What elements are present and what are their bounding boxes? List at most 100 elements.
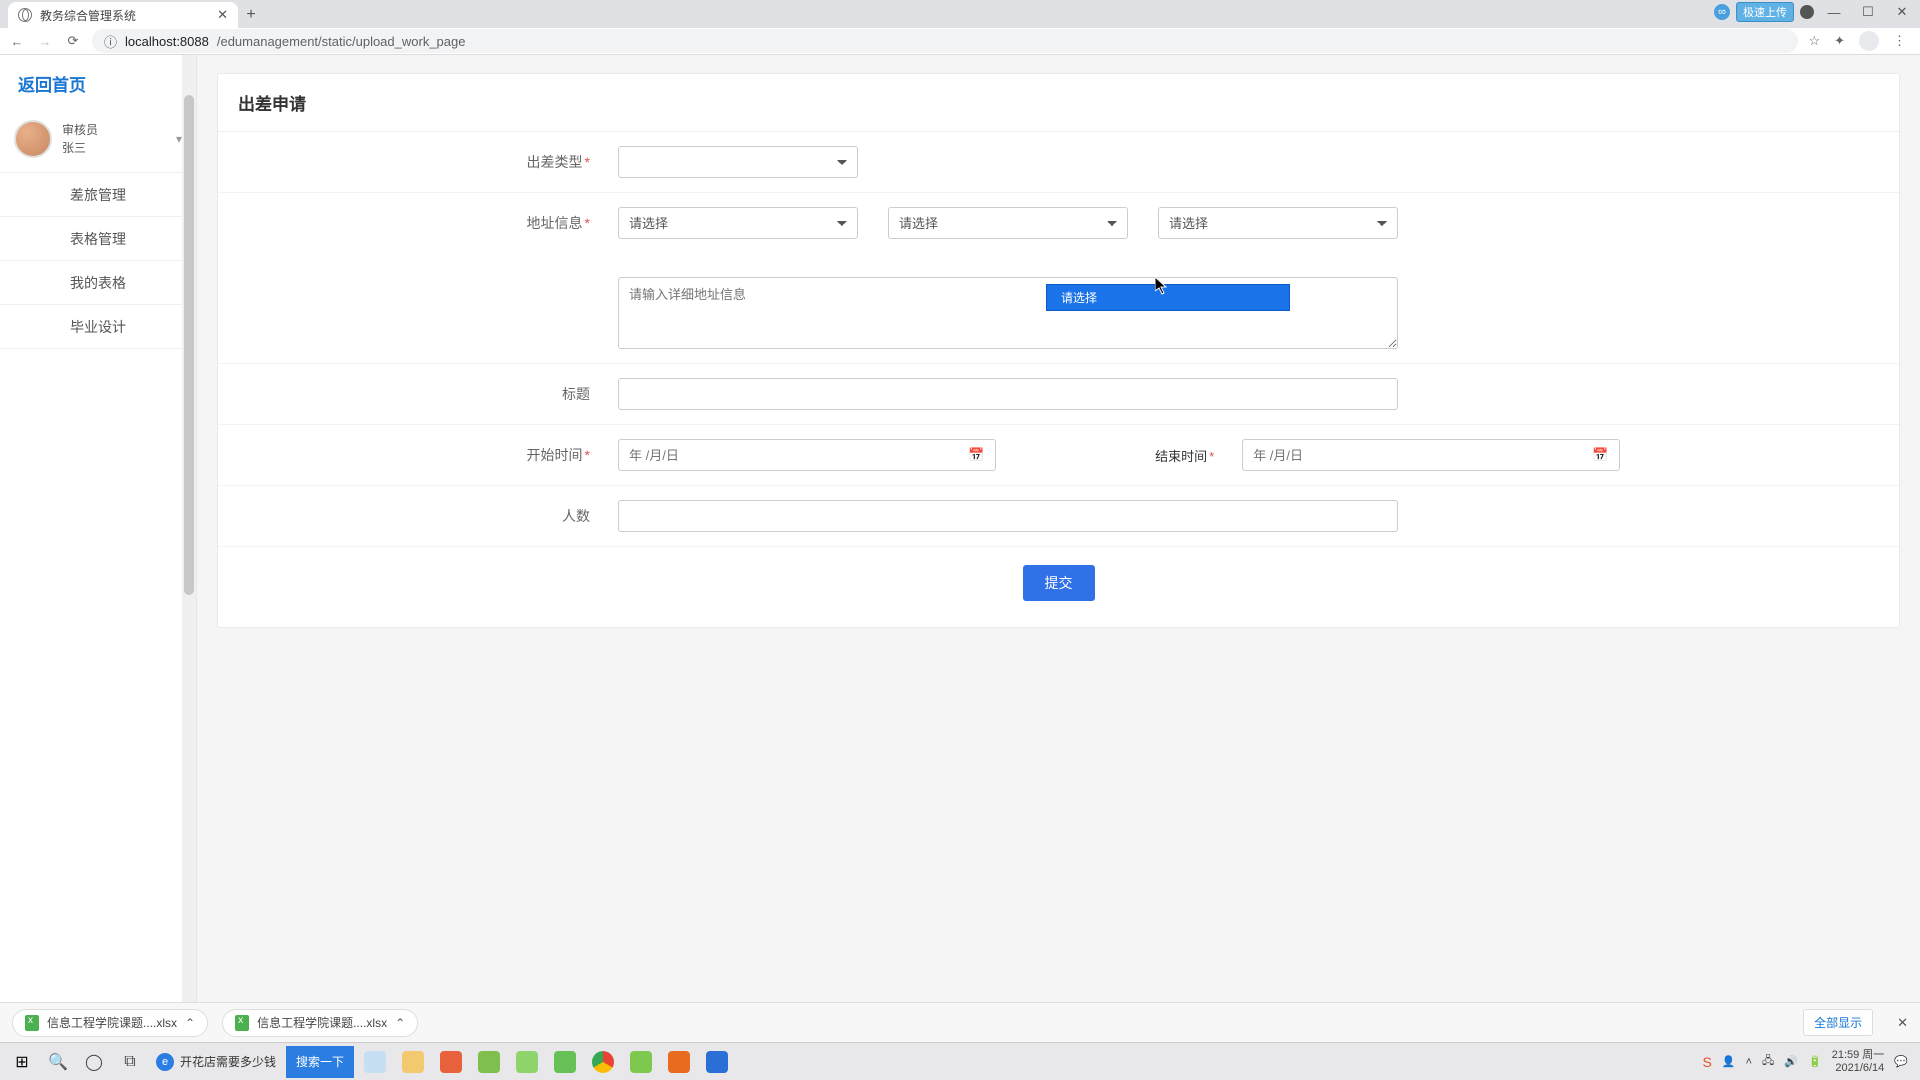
taskbar-app[interactable] [662, 1046, 696, 1078]
system-tray: S 👤 ˄ 🖧 🔊 🔋 21:59 周一 2021/6/14 💬 [1703, 1049, 1914, 1073]
select-trip-type[interactable] [618, 146, 858, 178]
maximize-button[interactable]: ☐ [1854, 2, 1882, 22]
input-start-date[interactable] [618, 439, 996, 471]
show-all-downloads[interactable]: 全部显示 [1803, 1009, 1873, 1036]
cursor-icon [1155, 277, 1167, 295]
new-tab-button[interactable]: + [238, 2, 264, 28]
row-subject: 标题 [218, 364, 1899, 425]
taskbar-app[interactable] [434, 1046, 468, 1078]
ie-icon: e [156, 1053, 174, 1071]
row-trip-type: 出差类型* [218, 132, 1899, 193]
back-button[interactable]: ← [8, 32, 26, 50]
select-city-dropdown[interactable]: 请选择 [1046, 284, 1290, 311]
scrollbar[interactable] [182, 55, 196, 1042]
download-filename: 信息工程学院课题....xlsx [47, 1014, 177, 1031]
windows-taskbar: ⊞ 🔍 ◯ ⧉ e 开花店需要多少钱 搜索一下 S 👤 ˄ 🖧 🔊 🔋 21:5… [0, 1042, 1920, 1080]
extension-icon[interactable]: ∞ [1714, 4, 1730, 20]
calendar-icon[interactable]: 📅 [968, 447, 984, 463]
sidebar-item-thesis[interactable]: 毕业设计 [0, 305, 196, 349]
close-window-button[interactable]: ✕ [1888, 2, 1916, 22]
extensions-icon[interactable]: ✦ [1834, 33, 1845, 49]
tray-battery-icon[interactable]: 🔋 [1808, 1055, 1822, 1068]
browser-chrome: 教务综合管理系统 ✕ + ∞ 极速上传 — ☐ ✕ ← → ⟳ ⓘ localh… [0, 0, 1920, 55]
tray-network-icon[interactable]: 🖧 [1762, 1052, 1774, 1071]
close-tab-icon[interactable]: ✕ [217, 7, 228, 23]
address-bar[interactable]: ⓘ localhost:8088/edumanagement/static/up… [92, 29, 1798, 53]
select-city[interactable]: 请选择 [888, 207, 1128, 239]
sidebar-item-forms[interactable]: 表格管理 [0, 217, 196, 261]
reload-button[interactable]: ⟳ [64, 32, 82, 50]
calendar-icon[interactable]: 📅 [1592, 447, 1608, 463]
xlsx-icon [235, 1015, 249, 1031]
select-district[interactable]: 请选择 [1158, 207, 1398, 239]
sidebar-item-my-forms[interactable]: 我的表格 [0, 261, 196, 305]
form-card: 出差申请 出差类型* 地址信息* 请选择 请选择 请选择 [217, 73, 1900, 628]
taskbar-app[interactable] [624, 1046, 658, 1078]
sidebar: 返回首页 审核员 张三 ▾ 差旅管理 表格管理 我的表格 毕业设计 [0, 55, 197, 1042]
window-controls: ∞ 极速上传 — ☐ ✕ [1714, 2, 1916, 22]
label-address: 地址信息 [527, 215, 583, 231]
url-host: localhost:8088 [125, 34, 209, 49]
forward-button[interactable]: → [36, 32, 54, 50]
submit-button[interactable]: 提交 [1023, 565, 1095, 601]
label-trip-type: 出差类型 [527, 154, 583, 170]
tray-icon[interactable]: 👤 [1722, 1055, 1736, 1068]
tray-volume-icon[interactable]: 🔊 [1784, 1055, 1798, 1068]
task-view-icon[interactable]: ⧉ [114, 1046, 146, 1078]
tray-icon[interactable]: S [1703, 1054, 1712, 1070]
start-button[interactable]: ⊞ [6, 1046, 38, 1078]
taskbar-app-chrome[interactable] [586, 1046, 620, 1078]
download-item-1[interactable]: 信息工程学院课题....xlsx ⌃ [12, 1009, 208, 1037]
chevron-up-icon[interactable]: ⌃ [185, 1016, 195, 1030]
taskbar-ie-item[interactable]: e 开花店需要多少钱 [150, 1046, 282, 1078]
row-address: 地址信息* 请选择 请选择 请选择 [218, 193, 1899, 364]
cortana-icon[interactable]: ◯ [78, 1046, 110, 1078]
notifications-icon[interactable]: 💬 [1894, 1055, 1908, 1068]
label-end-date: 结束时间 [1155, 449, 1207, 464]
taskbar-app[interactable] [472, 1046, 506, 1078]
page: 返回首页 审核员 张三 ▾ 差旅管理 表格管理 我的表格 毕业设计 出差申请 出… [0, 55, 1920, 1042]
extension-pill[interactable]: 极速上传 [1736, 2, 1794, 22]
close-shelf-icon[interactable]: ✕ [1897, 1015, 1908, 1031]
site-info-icon[interactable]: ⓘ [104, 32, 117, 51]
label-subject: 标题 [562, 386, 590, 402]
chrome-menu-icon[interactable]: ⋮ [1893, 33, 1906, 49]
taskbar-app[interactable] [358, 1046, 392, 1078]
taskbar-app[interactable] [510, 1046, 544, 1078]
user-role: 审核员 [62, 121, 98, 139]
dropdown-option[interactable]: 请选择 [1061, 291, 1097, 305]
input-end-date[interactable] [1242, 439, 1620, 471]
taskbar-app[interactable] [548, 1046, 582, 1078]
tab-bar: 教务综合管理系统 ✕ + ∞ 极速上传 — ☐ ✕ [0, 0, 1920, 28]
input-subject[interactable] [618, 378, 1398, 410]
chevron-up-icon[interactable]: ⌃ [395, 1016, 405, 1030]
taskbar-search-button[interactable]: 搜索一下 [286, 1046, 354, 1078]
browser-tab[interactable]: 教务综合管理系统 ✕ [8, 2, 238, 28]
url-path: /edumanagement/static/upload_work_page [217, 34, 466, 49]
xlsx-icon [25, 1015, 39, 1031]
downloads-shelf: 信息工程学院课题....xlsx ⌃ 信息工程学院课题....xlsx ⌃ 全部… [0, 1002, 1920, 1042]
minimize-button[interactable]: — [1820, 2, 1848, 22]
home-link[interactable]: 返回首页 [0, 55, 196, 112]
row-submit: 提交 [218, 547, 1899, 627]
taskbar-clock[interactable]: 21:59 周一 2021/6/14 [1832, 1049, 1885, 1073]
search-icon[interactable]: 🔍 [42, 1046, 74, 1078]
label-people: 人数 [562, 508, 590, 524]
main-content: 出差申请 出差类型* 地址信息* 请选择 请选择 请选择 [197, 55, 1920, 1042]
row-dates: 开始时间* 📅 结束时间* 📅 [218, 425, 1899, 486]
user-name: 张三 [62, 139, 98, 157]
taskbar-app[interactable] [396, 1046, 430, 1078]
dot-icon[interactable] [1800, 5, 1814, 19]
scrollbar-thumb[interactable] [184, 95, 194, 595]
taskbar-app[interactable] [700, 1046, 734, 1078]
user-row[interactable]: 审核员 张三 ▾ [0, 112, 196, 173]
select-province[interactable]: 请选择 [618, 207, 858, 239]
avatar [14, 120, 52, 158]
tab-title: 教务综合管理系统 [40, 7, 136, 24]
sidebar-item-travel[interactable]: 差旅管理 [0, 173, 196, 217]
download-item-2[interactable]: 信息工程学院课题....xlsx ⌃ [222, 1009, 418, 1037]
input-people[interactable] [618, 500, 1398, 532]
profile-avatar-icon[interactable] [1859, 31, 1879, 51]
tray-chevron-icon[interactable]: ˄ [1746, 1056, 1752, 1068]
bookmark-icon[interactable]: ☆ [1808, 33, 1820, 49]
